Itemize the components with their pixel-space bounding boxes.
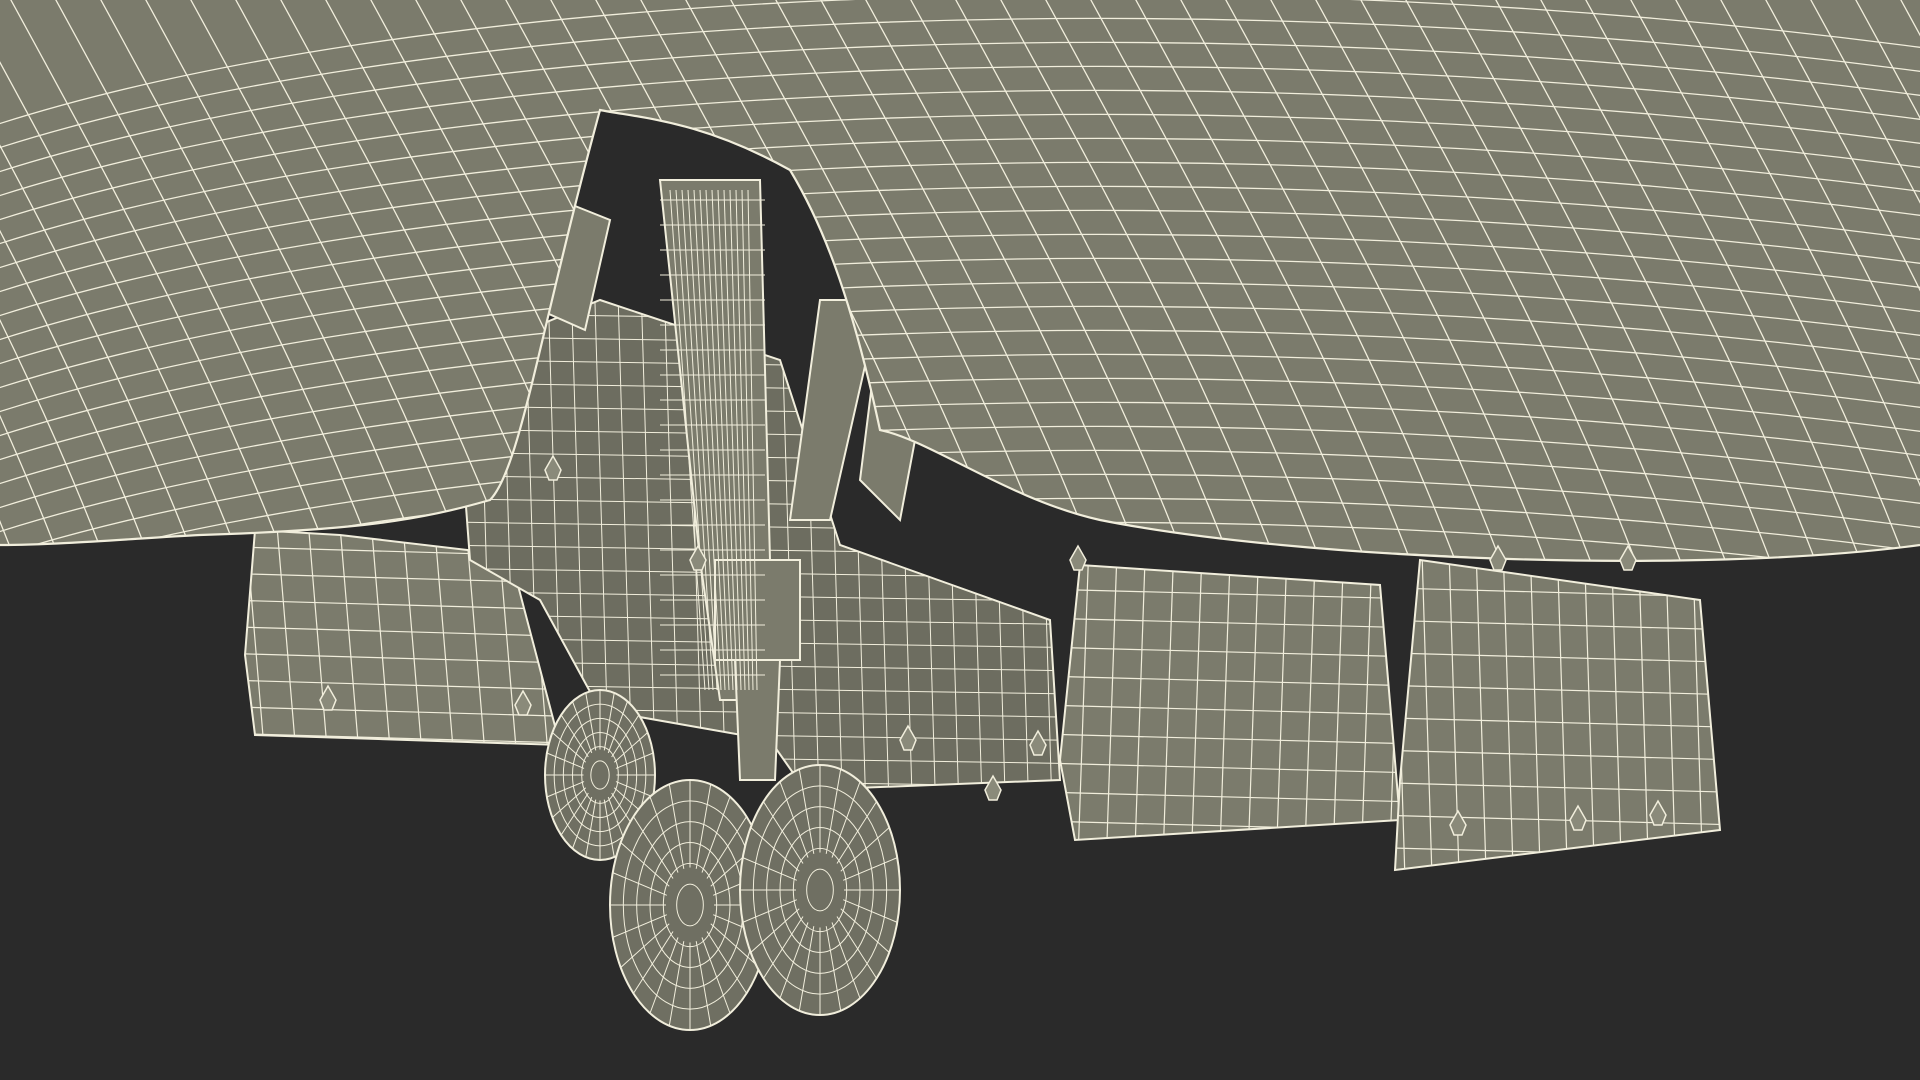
gear-door-center: [1058, 563, 1402, 842]
gear-door-right: [1393, 558, 1722, 872]
wireframe-scene: [0, 0, 1920, 1031]
wheel-right: [739, 764, 901, 1016]
render-viewport: [0, 0, 1920, 1080]
